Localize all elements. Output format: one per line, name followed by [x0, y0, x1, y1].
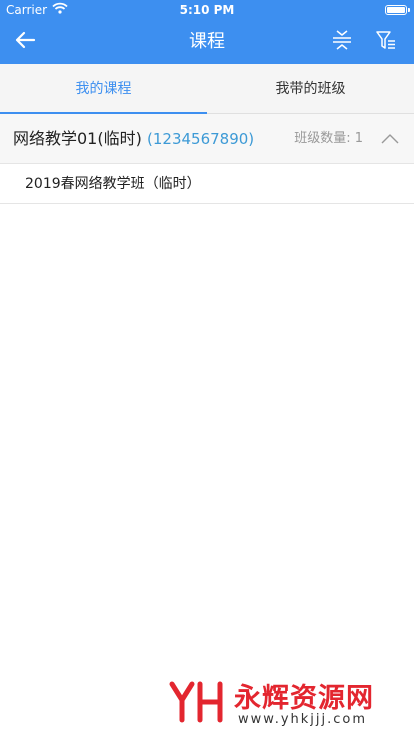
- filter-icon: [375, 29, 397, 55]
- class-list-item[interactable]: 2019春网络教学班（临时）: [0, 164, 414, 204]
- collapse-button[interactable]: [328, 29, 356, 55]
- battery-icon: [385, 5, 410, 15]
- class-name: 2019春网络教学班（临时）: [25, 176, 201, 192]
- chevron-up-icon[interactable]: [380, 130, 400, 148]
- nav-bar: 课程: [0, 20, 414, 64]
- status-time: 5:10 PM: [179, 3, 235, 17]
- status-bar: Carrier 5:10 PM: [0, 0, 414, 20]
- watermark-logo-icon: [168, 680, 226, 724]
- tab-bar: 我的课程 我带的班级: [0, 64, 414, 114]
- course-name: 网络教学01(临时): [13, 129, 142, 148]
- filter-button[interactable]: [372, 28, 400, 56]
- top-bar: Carrier 5:10 PM 课程: [0, 0, 414, 64]
- course-code: (1234567890): [147, 130, 255, 148]
- tab-my-classes[interactable]: 我带的班级: [207, 64, 414, 114]
- watermark-url: www.yhkjjj.com: [238, 712, 368, 727]
- class-count: 班级数量: 1: [294, 131, 363, 146]
- collapse-icon: [331, 29, 353, 55]
- watermark: 永辉资源网 www.yhkjjj.com: [168, 674, 408, 730]
- course-header[interactable]: 网络教学01(临时) (1234567890) 班级数量: 1: [0, 114, 414, 164]
- watermark-title: 永辉资源网: [234, 683, 374, 714]
- tab-my-courses[interactable]: 我的课程: [0, 64, 207, 114]
